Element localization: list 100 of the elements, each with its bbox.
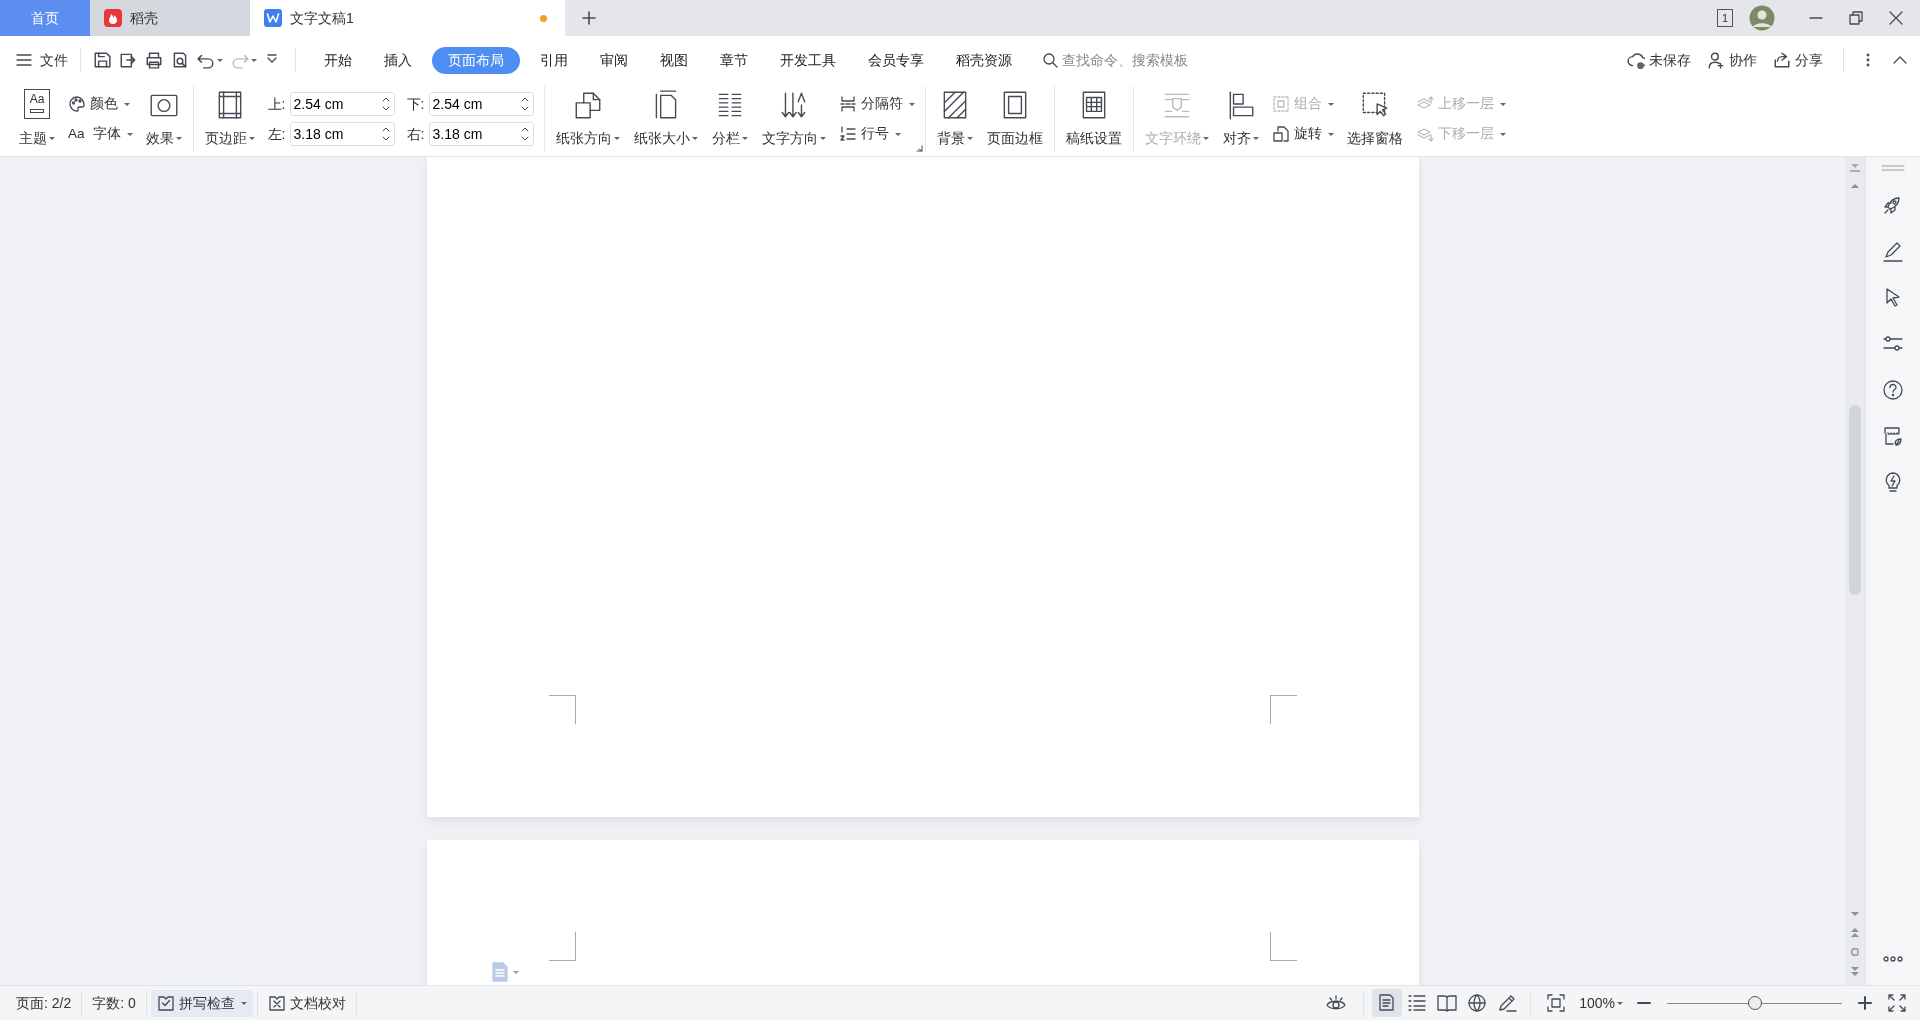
caret-icon[interactable] xyxy=(908,102,915,106)
field-label: 左: xyxy=(267,124,287,144)
checkbox-icon[interactable] xyxy=(156,994,175,1012)
caret-icon[interactable] xyxy=(894,132,901,136)
zoom-dropdown[interactable]: 100% xyxy=(1573,989,1629,1017)
screen-count-icon[interactable]: 1 xyxy=(1716,9,1733,27)
caret-icon[interactable] xyxy=(1327,132,1334,136)
restore-icon[interactable] xyxy=(1848,10,1864,26)
spin-arrows-icon[interactable] xyxy=(519,125,530,143)
ribbon-button[interactable]: Aa 字体 xyxy=(64,119,137,149)
caret-icon[interactable] xyxy=(248,137,255,141)
save-icon[interactable] xyxy=(93,51,111,69)
caret-icon[interactable] xyxy=(240,1001,247,1005)
spin-field[interactable]: 2.54 cm xyxy=(289,92,395,116)
ribbon-button[interactable]: 背景 xyxy=(931,87,978,151)
caret-icon[interactable] xyxy=(691,137,698,141)
tab[interactable]: 稻壳 xyxy=(90,0,250,36)
ribbon-button[interactable]: 对齐 xyxy=(1217,87,1264,151)
scroll-thumb[interactable] xyxy=(1849,405,1861,595)
toolbar-action-button[interactable]: 未保存 xyxy=(1623,47,1695,73)
previous-page-icon[interactable] xyxy=(1850,927,1860,939)
caret-icon[interactable] xyxy=(175,137,182,141)
outline-view-icon xyxy=(1407,993,1428,1014)
next-page-icon[interactable] xyxy=(1850,965,1860,977)
scroll-up-icon[interactable] xyxy=(1850,181,1860,191)
ribbon-tab[interactable]: 开发工具 xyxy=(768,46,848,74)
tab[interactable]: 文字文稿1 xyxy=(250,0,565,36)
caret-icon[interactable] xyxy=(217,58,223,62)
export-icon[interactable] xyxy=(119,51,137,69)
ribbon-button[interactable]: 分栏 xyxy=(706,87,753,151)
search-field[interactable]: 查找命令、搜索模板 xyxy=(1040,46,1230,74)
ribbon-button[interactable]: 文字方向 xyxy=(756,87,831,151)
ribbon-button[interactable]: 稿纸设置 xyxy=(1060,87,1127,151)
close-icon[interactable] xyxy=(1888,10,1904,26)
ribbon-tab[interactable]: 会员专享 xyxy=(856,46,936,74)
slider-thumb[interactable] xyxy=(1747,996,1762,1010)
ribbon-tab[interactable]: 开始 xyxy=(312,46,364,74)
ribbon-button[interactable]: 选择窗格 xyxy=(1341,87,1408,151)
ribbon-tab[interactable]: 视图 xyxy=(648,46,700,74)
spin-arrows-icon[interactable] xyxy=(380,125,391,143)
add-person-icon xyxy=(1707,51,1725,69)
print-icon[interactable] xyxy=(145,51,163,69)
caret-icon[interactable] xyxy=(1252,137,1259,141)
scroll-down-icon[interactable] xyxy=(1850,909,1860,919)
ribbon-button[interactable]: 纸张方向 xyxy=(550,87,625,151)
status-text: 页面: 2/2 xyxy=(15,993,73,1013)
spell-check-button[interactable]: 拼写检查 xyxy=(150,989,253,1017)
ribbon-button[interactable]: 行号 xyxy=(834,119,919,149)
cloud-icon xyxy=(1627,51,1645,69)
caret-icon[interactable] xyxy=(124,102,130,106)
ribbon-button[interactable]: 颜色 xyxy=(64,89,137,119)
ribbon-button[interactable]: Aa 主题 xyxy=(14,87,60,151)
ribbon-button[interactable]: 页面边框 xyxy=(981,87,1048,151)
caret-icon[interactable] xyxy=(1617,1001,1623,1005)
field-label: 上: xyxy=(267,94,287,114)
store-icon[interactable] xyxy=(1882,425,1904,447)
dialog-launcher-icon[interactable] xyxy=(915,145,923,152)
caret-icon[interactable] xyxy=(251,58,257,62)
vertical-scrollbar[interactable] xyxy=(1845,157,1865,985)
margin-corner-mark xyxy=(548,932,576,961)
caret-icon[interactable] xyxy=(613,137,620,141)
caret-icon[interactable] xyxy=(49,137,55,141)
caret-icon[interactable] xyxy=(819,137,826,141)
ribbon-button[interactable]: 纸张大小 xyxy=(628,87,703,151)
toolbar-action-button[interactable]: 协作 xyxy=(1703,47,1761,73)
zoom-in-icon[interactable] xyxy=(1858,996,1872,1010)
toolbar-action-button[interactable]: 分享 xyxy=(1769,47,1827,73)
fit-page-icon[interactable] xyxy=(1547,994,1566,1012)
caret-icon[interactable] xyxy=(741,137,748,141)
caret-icon[interactable] xyxy=(126,132,133,136)
drag-handle-icon xyxy=(1881,165,1905,171)
ribbon-tab[interactable]: 稻壳资源 xyxy=(944,46,1024,74)
help-icon[interactable] xyxy=(1882,379,1904,401)
spin-arrows-icon[interactable] xyxy=(380,95,391,113)
print-preview-icon[interactable] xyxy=(171,51,189,69)
ribbon-button[interactable]: 效果 xyxy=(140,87,187,151)
file-menu-button[interactable]: 文件 xyxy=(12,47,72,73)
search-icon xyxy=(1042,52,1058,68)
ribbon-button[interactable]: 分隔符 xyxy=(834,89,919,119)
proofread-icon xyxy=(267,994,286,1012)
status-button[interactable]: 文档校对 xyxy=(261,989,352,1017)
more-icon[interactable] xyxy=(1882,955,1904,963)
ribbon-tab[interactable]: 引用 xyxy=(528,46,580,74)
ribbon-button[interactable]: 页边距 xyxy=(199,87,260,151)
caret-icon[interactable] xyxy=(966,137,973,141)
spin-field[interactable]: 3.18 cm xyxy=(289,122,395,146)
view-mode-button[interactable] xyxy=(1372,988,1403,1018)
zoom-slider[interactable] xyxy=(1667,995,1842,1011)
ribbon-tab[interactable]: 插入 xyxy=(372,46,424,74)
ribbon-button[interactable]: 旋转 xyxy=(1267,119,1338,149)
ribbon-tab[interactable]: 审阅 xyxy=(588,46,640,74)
ribbon-tab[interactable]: 章节 xyxy=(708,46,760,74)
spin-arrows-icon[interactable] xyxy=(519,95,530,113)
margin-corner-mark xyxy=(1269,695,1297,724)
plus-icon[interactable] xyxy=(581,10,597,26)
spin-field[interactable]: 3.18 cm xyxy=(428,122,534,146)
pen-icon[interactable] xyxy=(1882,241,1904,263)
line-numbers-icon xyxy=(838,125,857,143)
fullscreen-icon[interactable] xyxy=(1888,994,1906,1012)
spin-field[interactable]: 2.54 cm xyxy=(428,92,534,116)
